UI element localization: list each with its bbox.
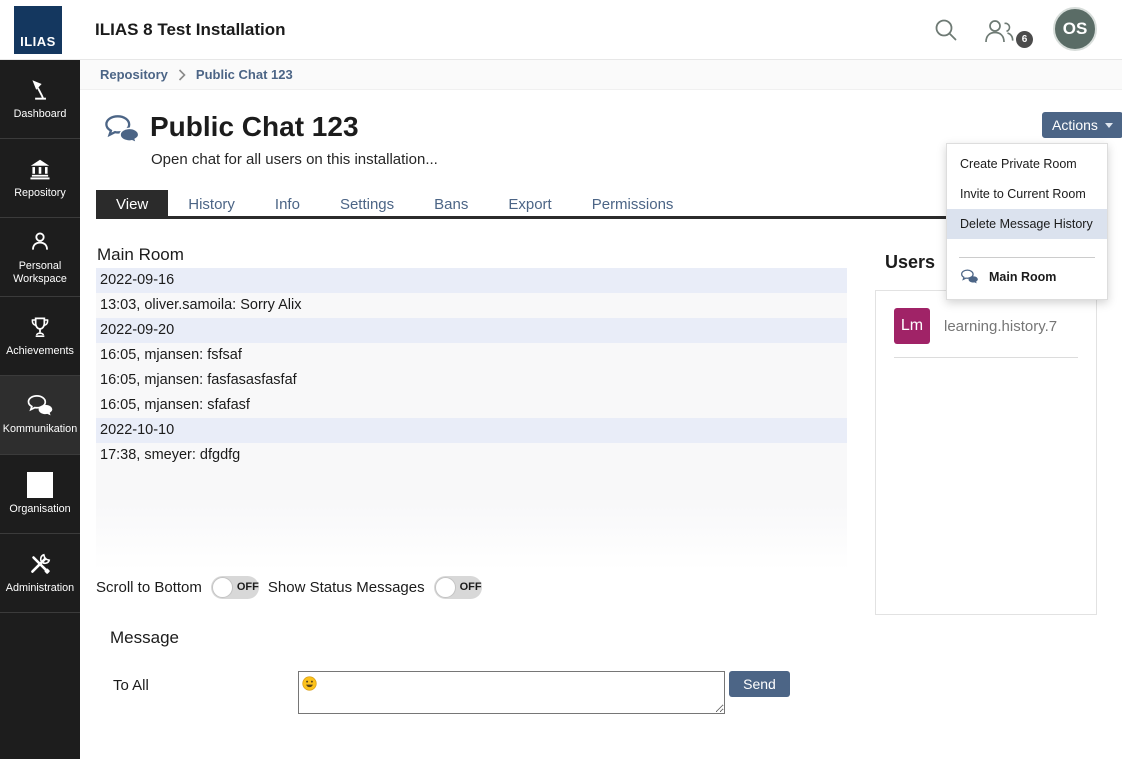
menu-item-label: Main Room bbox=[989, 270, 1056, 284]
actions-dropdown-menu: Create Private Room Invite to Current Ro… bbox=[946, 143, 1108, 300]
menu-item-invite-to-current-room[interactable]: Invite to Current Room bbox=[947, 179, 1107, 209]
breadcrumb-current[interactable]: Public Chat 123 bbox=[196, 67, 293, 82]
chat-date-row: 2022-09-20 bbox=[96, 318, 847, 343]
chat-toggles: Scroll to Bottom OFF Show Status Message… bbox=[96, 576, 482, 599]
sidebar-item-dashboard[interactable]: Dashboard bbox=[0, 60, 80, 139]
user-name: learning.history.7 bbox=[944, 318, 1057, 335]
chat-bubbles-icon bbox=[960, 269, 979, 285]
caret-down-icon bbox=[1105, 123, 1113, 128]
message-input[interactable] bbox=[298, 671, 725, 714]
scroll-to-bottom-label: Scroll to Bottom bbox=[96, 579, 202, 596]
menu-item-main-room[interactable]: Main Room bbox=[947, 258, 1107, 291]
emoji-picker-icon[interactable] bbox=[302, 676, 317, 691]
lamp-icon bbox=[27, 77, 53, 103]
ilias-chat-page: ILIAS ILIAS 8 Test Installation 6 OS Das… bbox=[0, 0, 1122, 759]
user-initials-avatar: Lm bbox=[894, 308, 930, 344]
top-header: ILIAS ILIAS 8 Test Installation 6 OS bbox=[0, 0, 1122, 60]
chat-message-list[interactable]: 2022-09-16 13:03, oliver.samoila: Sorry … bbox=[96, 268, 847, 570]
message-section-title: Message bbox=[110, 628, 179, 648]
menu-spacer bbox=[947, 239, 1107, 257]
show-status-messages-toggle[interactable]: OFF bbox=[434, 576, 482, 599]
main-sidebar: Dashboard Repository Personal Workspace bbox=[0, 60, 80, 759]
recipient-label: To All bbox=[113, 677, 149, 694]
tools-icon bbox=[27, 551, 53, 577]
toggle-knob bbox=[435, 577, 456, 598]
sidebar-item-achievements[interactable]: Achievements bbox=[0, 297, 80, 376]
menu-item-create-private-room[interactable]: Create Private Room bbox=[947, 149, 1107, 179]
chat-fade bbox=[96, 468, 847, 570]
user-avatar[interactable]: OS bbox=[1053, 7, 1097, 51]
chat-bubbles-icon bbox=[26, 394, 54, 418]
ilias-logo[interactable]: ILIAS bbox=[14, 6, 62, 54]
chevron-right-icon bbox=[178, 69, 186, 81]
room-title: Main Room bbox=[97, 245, 184, 265]
users-panel: Lm learning.history.7 bbox=[875, 290, 1097, 615]
send-button[interactable]: Send bbox=[729, 671, 790, 697]
breadcrumb: Repository Public Chat 123 bbox=[80, 60, 1122, 90]
chat-date-row: 2022-09-16 bbox=[96, 268, 847, 293]
chat-date-row: 2022-10-10 bbox=[96, 418, 847, 443]
app-title: ILIAS 8 Test Installation bbox=[95, 20, 286, 40]
trophy-icon bbox=[27, 314, 53, 340]
tab-info[interactable]: Info bbox=[255, 190, 320, 216]
chat-message-row: 16:05, mjansen: fsfsaf bbox=[96, 343, 847, 368]
chat-message-row: 16:05, mjansen: fasfasasfasfaf bbox=[96, 368, 847, 393]
breadcrumb-repository[interactable]: Repository bbox=[100, 67, 168, 82]
sidebar-label: Repository bbox=[1, 187, 79, 200]
sidebar-label: Kommunikation bbox=[1, 423, 79, 436]
scroll-to-bottom-toggle[interactable]: OFF bbox=[211, 576, 259, 599]
search-icon[interactable] bbox=[932, 16, 960, 44]
online-count-badge: 6 bbox=[1016, 31, 1033, 48]
sidebar-label: Administration bbox=[1, 582, 79, 595]
tab-bans[interactable]: Bans bbox=[414, 190, 488, 216]
tab-history[interactable]: History bbox=[168, 190, 255, 216]
tab-permissions[interactable]: Permissions bbox=[572, 190, 694, 216]
sidebar-label: Personal Workspace bbox=[1, 260, 79, 286]
page-subtitle: Open chat for all users on this installa… bbox=[151, 151, 438, 168]
user-separator bbox=[894, 357, 1078, 358]
actions-button-label: Actions bbox=[1052, 117, 1098, 133]
sidebar-item-administration[interactable]: Administration bbox=[0, 534, 80, 613]
chat-message-row: 16:05, mjansen: sfafasf bbox=[96, 393, 847, 418]
show-status-messages-label: Show Status Messages bbox=[268, 579, 425, 596]
chat-object-icon bbox=[103, 114, 141, 146]
sidebar-item-personal-workspace[interactable]: Personal Workspace bbox=[0, 218, 80, 297]
actions-button[interactable]: Actions bbox=[1042, 112, 1122, 138]
menu-item-delete-message-history[interactable]: Delete Message History bbox=[947, 209, 1107, 239]
person-icon bbox=[27, 229, 53, 255]
user-list-item[interactable]: Lm learning.history.7 bbox=[876, 291, 1096, 357]
sidebar-item-repository[interactable]: Repository bbox=[0, 139, 80, 218]
tab-view[interactable]: View bbox=[96, 190, 168, 216]
toggle-state-label: OFF bbox=[460, 581, 482, 593]
sidebar-label: Achievements bbox=[1, 345, 79, 358]
chat-message-row: 13:03, oliver.samoila: Sorry Alix bbox=[96, 293, 847, 318]
sidebar-label: Dashboard bbox=[1, 108, 79, 121]
sidebar-item-organisation[interactable]: Organisation bbox=[0, 455, 80, 534]
sidebar-item-kommunikation[interactable]: Kommunikation bbox=[0, 376, 80, 455]
bank-icon bbox=[27, 156, 53, 182]
toggle-state-label: OFF bbox=[237, 581, 259, 593]
page-title: Public Chat 123 bbox=[150, 111, 359, 143]
chat-message-row: 17:38, smeyer: dfgdfg bbox=[96, 443, 847, 468]
square-icon bbox=[27, 472, 53, 498]
tab-settings[interactable]: Settings bbox=[320, 190, 414, 216]
online-users-icon[interactable] bbox=[982, 16, 1018, 46]
sidebar-label: Organisation bbox=[1, 503, 79, 516]
toggle-knob bbox=[212, 577, 233, 598]
users-panel-title: Users bbox=[885, 252, 935, 273]
tab-export[interactable]: Export bbox=[488, 190, 571, 216]
